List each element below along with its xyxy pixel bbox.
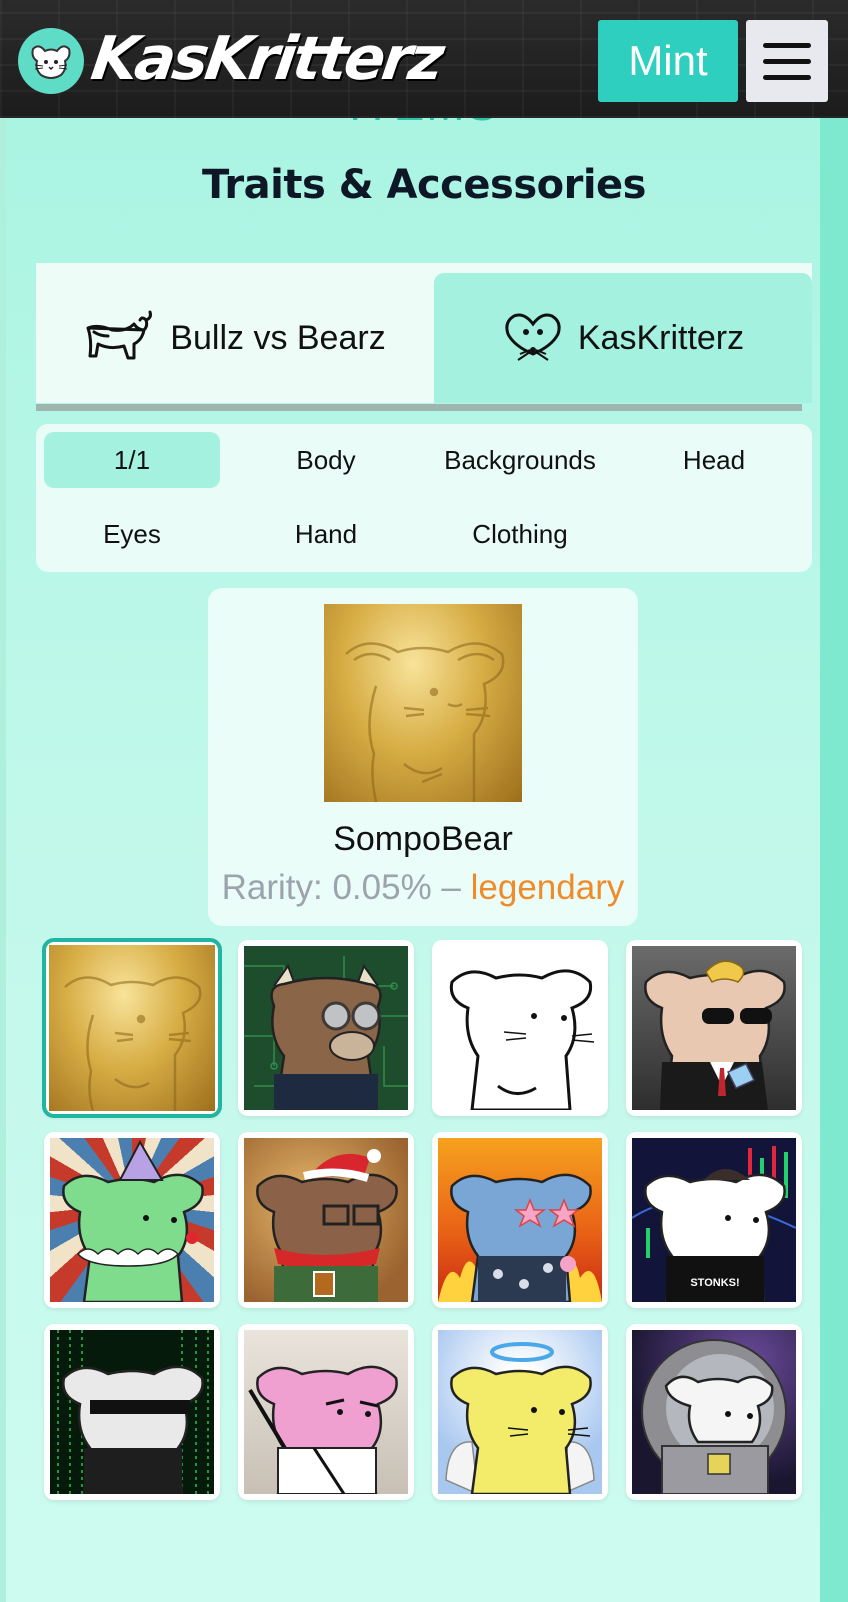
grid-item-golden-critter[interactable] — [42, 938, 222, 1118]
grid-item-suit-sunglasses-critter[interactable] — [626, 940, 802, 1116]
logo-icon[interactable] — [18, 28, 84, 94]
grid-item-circuit-bull-critter[interactable] — [238, 940, 414, 1116]
grid-item-plain-white-critter[interactable] — [432, 940, 608, 1116]
category-backgrounds[interactable]: Backgrounds — [432, 432, 608, 488]
mouse-heart-icon — [505, 313, 561, 361]
mint-button[interactable]: Mint — [598, 20, 738, 102]
grid-item-santa-hat-critter[interactable] — [238, 1132, 414, 1308]
rarity-label: Rarity: 0.05% – — [221, 868, 471, 907]
page-title: Traits & Accessories — [202, 162, 646, 208]
featured-item-card: SompoBear Rarity: 0.05% – legendary — [208, 588, 638, 926]
grid-item-flame-star-glasses-critter[interactable] — [432, 1132, 608, 1308]
category-clothing[interactable]: Clothing — [432, 506, 608, 562]
tab-kaskritterz[interactable]: KasKritterz — [434, 273, 812, 403]
scroll-edge — [820, 112, 848, 1602]
tab-bullz-vs-bearz[interactable]: Bullz vs Bearz — [36, 273, 432, 403]
site-header: KasKritterz Mint — [0, 0, 848, 118]
featured-item-rarity: Rarity: 0.05% – legendary — [208, 868, 638, 908]
grid-item-astronaut-critter[interactable] — [626, 1324, 802, 1500]
category-1-of-1[interactable]: 1/1 — [44, 432, 220, 488]
grid-item-samurai-critter[interactable] — [238, 1324, 414, 1500]
category-hand[interactable]: Hand — [238, 506, 414, 562]
logo-text[interactable]: KasKritterz — [87, 24, 446, 94]
tab-underline — [36, 404, 802, 411]
category-body[interactable]: Body — [238, 432, 414, 488]
collection-tabs: Bullz vs Bearz KasKritterz — [36, 263, 812, 403]
category-eyes[interactable]: Eyes — [44, 506, 220, 562]
featured-item-name: SompoBear — [333, 820, 513, 858]
grid-item-clown-critter[interactable] — [44, 1132, 220, 1308]
hamburger-menu-icon[interactable] — [746, 20, 828, 102]
shirt-text: STONKS! — [690, 1277, 739, 1289]
tab-label: KasKritterz — [577, 318, 745, 357]
category-filter: 1/1 Body Backgrounds Head Eyes Hand Clot… — [36, 424, 812, 572]
grid-item-matrix-critter[interactable] — [44, 1324, 220, 1500]
bull-icon — [86, 310, 153, 360]
category-head[interactable]: Head — [626, 432, 802, 488]
grid-item-stonks-critter[interactable]: STONKS! — [626, 1132, 802, 1308]
tab-label: Bullz vs Bearz — [170, 318, 386, 357]
rarity-tier: legendary — [470, 868, 625, 907]
featured-item-image — [324, 604, 522, 803]
grid-item-angel-critter[interactable] — [432, 1324, 608, 1500]
